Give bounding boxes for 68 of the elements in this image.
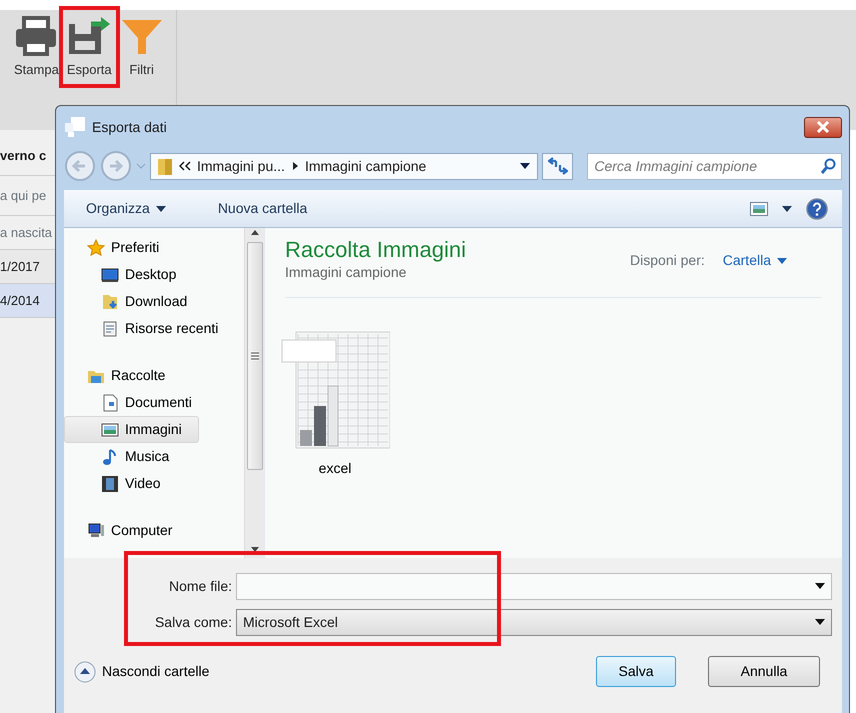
nav-item[interactable]: Preferiti xyxy=(64,234,226,261)
nav-icon xyxy=(101,474,119,492)
file-item[interactable]: excel xyxy=(285,330,385,480)
refresh-button[interactable] xyxy=(542,152,574,180)
scrollbar[interactable] xyxy=(244,228,264,558)
nav-icon xyxy=(101,320,119,338)
toolbar-button[interactable]: Organizza xyxy=(78,196,174,221)
grip-icon xyxy=(250,352,258,360)
filename-field[interactable] xyxy=(236,572,832,600)
nav-item[interactable]: Immagini xyxy=(64,416,199,443)
caret-icon xyxy=(156,206,166,212)
caret-icon xyxy=(250,544,260,554)
filter-field[interactable]: a qui pe xyxy=(0,186,46,206)
arrow-icon xyxy=(290,161,299,171)
nav-icon xyxy=(101,394,119,412)
refresh-icon xyxy=(548,157,568,175)
dialog-button[interactable]: Annulla xyxy=(708,656,820,687)
nav-item[interactable]: Desktop xyxy=(64,261,226,288)
library-title: Raccolta Immagini xyxy=(285,238,466,262)
library-subtitle: Immagini campione xyxy=(285,263,406,282)
caret-icon xyxy=(815,583,825,589)
nav-icon xyxy=(87,238,105,256)
ribbon-button[interactable]: Esporta xyxy=(62,10,116,88)
help-icon[interactable] xyxy=(806,198,828,220)
column-header: a nascita xyxy=(0,224,52,242)
caret-icon[interactable] xyxy=(782,206,792,212)
arrange-dropdown[interactable]: Cartella xyxy=(722,250,787,271)
nav-item[interactable]: Risorse recenti xyxy=(64,315,226,342)
chevron-icon xyxy=(179,161,191,171)
nav-icon xyxy=(101,448,119,466)
nav-icon xyxy=(101,420,119,438)
caret-icon xyxy=(519,162,531,170)
close-button[interactable] xyxy=(804,116,842,138)
window-icon xyxy=(64,116,86,138)
search-icon xyxy=(820,158,836,174)
toolbar-button[interactable]: Nuova cartella xyxy=(210,196,316,221)
nav-icon xyxy=(101,266,119,284)
field-label: Nome file: xyxy=(168,576,232,596)
nav-item[interactable]: Documenti xyxy=(64,389,199,416)
address-bar[interactable]: Immagini pu... Immagini campione xyxy=(150,152,538,180)
arrange-label: Disponi per: xyxy=(630,251,705,270)
nav-item[interactable]: Computer xyxy=(64,517,180,544)
nav-icon xyxy=(87,522,105,540)
file-type-dropdown[interactable]: Microsoft Excel xyxy=(236,608,832,636)
printer-icon xyxy=(14,16,58,56)
field-label: Salva come: xyxy=(154,612,232,632)
search-field[interactable]: Cerca Immagini campione xyxy=(587,152,842,180)
collapse-icon xyxy=(74,660,96,682)
file-name: excel xyxy=(318,459,352,478)
view-icon[interactable] xyxy=(750,202,768,216)
ribbon-button[interactable]: Stampa xyxy=(10,10,63,88)
close-icon xyxy=(816,121,830,133)
dialog-button[interactable]: Salva xyxy=(596,656,676,687)
hide-folders-button[interactable]: Nascondi cartelle xyxy=(74,660,210,682)
nav-item[interactable]: Download xyxy=(64,288,226,315)
caret-icon xyxy=(815,619,825,625)
nav-item[interactable]: Raccolte xyxy=(64,362,199,389)
caret-icon xyxy=(777,258,787,264)
window-title: Esporta dati xyxy=(92,118,167,137)
nav-item[interactable]: Video xyxy=(64,470,199,497)
nav-item[interactable]: Musica xyxy=(64,443,199,470)
ribbon-button[interactable]: Filtri xyxy=(116,10,168,88)
breadcrumb-item[interactable]: Immagini campione xyxy=(304,156,426,176)
folder-icon xyxy=(157,156,173,176)
nav-icon xyxy=(101,292,119,310)
export-icon xyxy=(67,16,112,56)
breadcrumb-item[interactable]: Immagini pu... xyxy=(197,156,285,176)
caret-icon xyxy=(136,162,146,170)
